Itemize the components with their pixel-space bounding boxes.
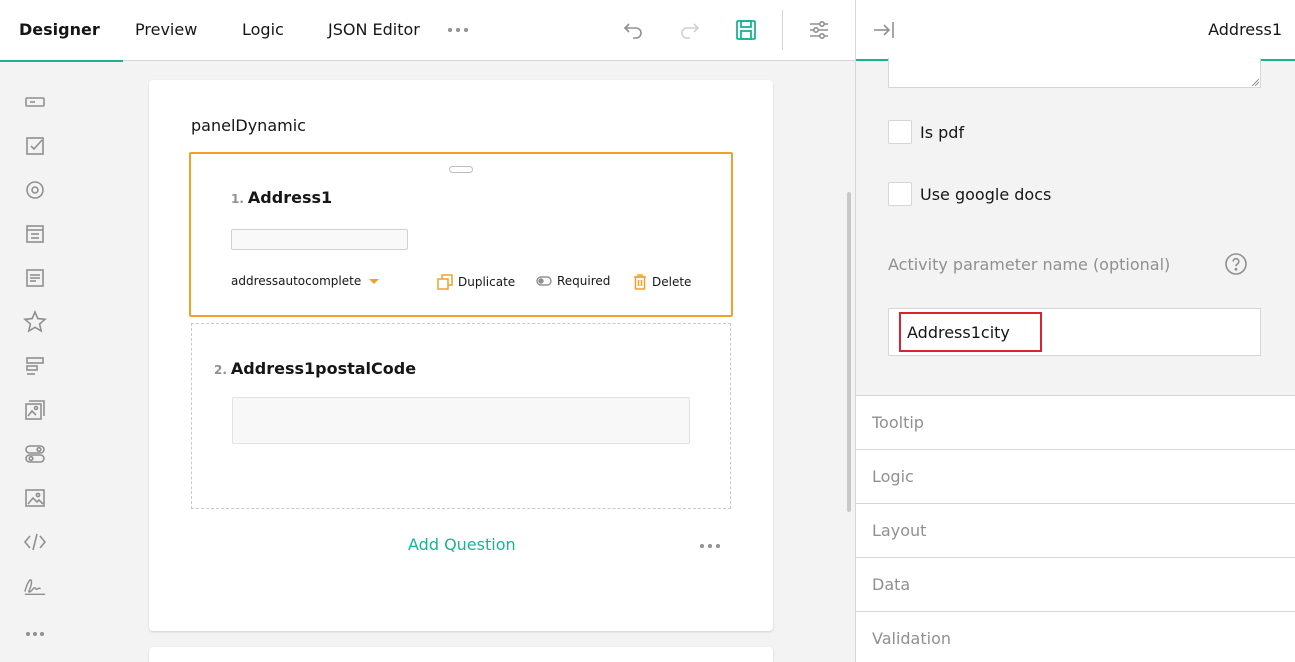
rating-icon[interactable]: [23, 310, 47, 334]
chevron-down-icon: [369, 279, 380, 284]
tab-logic[interactable]: Logic: [242, 0, 284, 61]
question-type-dropdown[interactable]: addressautocomplete: [231, 274, 380, 288]
use-google-docs-label: Use google docs: [920, 184, 1052, 204]
html-icon[interactable]: [23, 530, 47, 554]
question-address1[interactable]: 1. Address1 addressautocomplete Duplicate…: [189, 152, 733, 317]
trash-icon: [634, 274, 646, 290]
duplicate-button[interactable]: Duplicate: [437, 274, 515, 290]
resize-handle-icon[interactable]: [1251, 78, 1259, 86]
text-icon[interactable]: [23, 90, 47, 114]
question-address1postalcode[interactable]: 2. Address1postalCode: [191, 323, 731, 509]
section-validation[interactable]: Validation: [856, 611, 1295, 662]
toolbox: [0, 62, 70, 662]
top-toolbar: Designer Preview Logic JSON Editor: [0, 0, 855, 62]
canvas-scrollbar[interactable]: [847, 192, 851, 512]
ranking-icon[interactable]: [23, 354, 47, 378]
delete-button[interactable]: Delete: [633, 274, 691, 290]
required-toggle[interactable]: Required: [536, 274, 610, 288]
activity-parameter-input[interactable]: Address1city: [888, 308, 1261, 356]
is-pdf-checkbox[interactable]: [888, 120, 912, 144]
collapse-panel-icon[interactable]: [872, 18, 896, 42]
drag-handle-icon[interactable]: [449, 166, 473, 173]
panel-title: panelDynamic: [191, 116, 306, 135]
tab-designer[interactable]: Designer: [0, 0, 123, 62]
use-google-docs-checkbox[interactable]: [888, 182, 912, 206]
section-layout[interactable]: Layout: [856, 503, 1295, 557]
use-google-docs-checkbox-row[interactable]: Use google docs: [888, 182, 1051, 206]
section-tooltip[interactable]: Tooltip: [856, 395, 1295, 449]
checkbox-icon[interactable]: [23, 134, 47, 158]
address1-input[interactable]: [231, 229, 408, 250]
undo-icon[interactable]: [620, 17, 646, 43]
toolbar-divider: [782, 10, 783, 50]
section-logic[interactable]: Logic: [856, 449, 1295, 503]
save-icon[interactable]: [733, 17, 759, 43]
property-grid: Address1 Is pdf Use google docs Activity…: [855, 0, 1295, 662]
comment-icon[interactable]: [23, 266, 47, 290]
property-grid-header: Address1: [856, 0, 1295, 61]
toggle-icon: [536, 276, 552, 286]
question-title[interactable]: 2. Address1postalCode: [214, 359, 416, 378]
tabs-more-icon[interactable]: [448, 28, 468, 32]
question-title-text[interactable]: Address1: [248, 188, 332, 207]
help-icon[interactable]: [1224, 252, 1248, 276]
activity-parameter-label: Activity parameter name (optional): [888, 255, 1171, 274]
selected-element-title: Address1: [1208, 20, 1282, 39]
dropdown-icon[interactable]: [23, 222, 47, 246]
next-page-card: [149, 647, 773, 662]
add-question-button[interactable]: Add Question: [408, 535, 516, 554]
signature-icon[interactable]: [23, 574, 47, 598]
panel-dynamic-card: panelDynamic 1. Address1 addressautocompl…: [149, 80, 773, 631]
boolean-icon[interactable]: [23, 442, 47, 466]
postal-code-input[interactable]: [232, 397, 690, 444]
radiogroup-icon[interactable]: [23, 178, 47, 202]
is-pdf-checkbox-row[interactable]: Is pdf: [888, 120, 964, 144]
section-data[interactable]: Data: [856, 557, 1295, 611]
activity-parameter-value[interactable]: Address1city: [899, 312, 1042, 352]
tab-json-editor[interactable]: JSON Editor: [328, 0, 420, 61]
question-type-label: addressautocomplete: [231, 274, 362, 288]
more-icon[interactable]: [23, 622, 47, 646]
duplicate-icon: [437, 274, 453, 290]
redo-icon[interactable]: [677, 17, 703, 43]
description-textarea[interactable]: [888, 58, 1261, 88]
image-icon[interactable]: [23, 486, 47, 510]
settings-icon[interactable]: [806, 17, 832, 43]
is-pdf-label: Is pdf: [920, 122, 965, 142]
question-number: 2.: [214, 363, 227, 377]
question-number: 1.: [231, 192, 244, 206]
card-more-icon[interactable]: [700, 544, 720, 548]
tab-preview[interactable]: Preview: [135, 0, 197, 61]
question-title-text[interactable]: Address1postalCode: [231, 359, 416, 378]
imagepicker-icon[interactable]: [23, 398, 47, 422]
question-title[interactable]: 1. Address1: [231, 188, 332, 207]
